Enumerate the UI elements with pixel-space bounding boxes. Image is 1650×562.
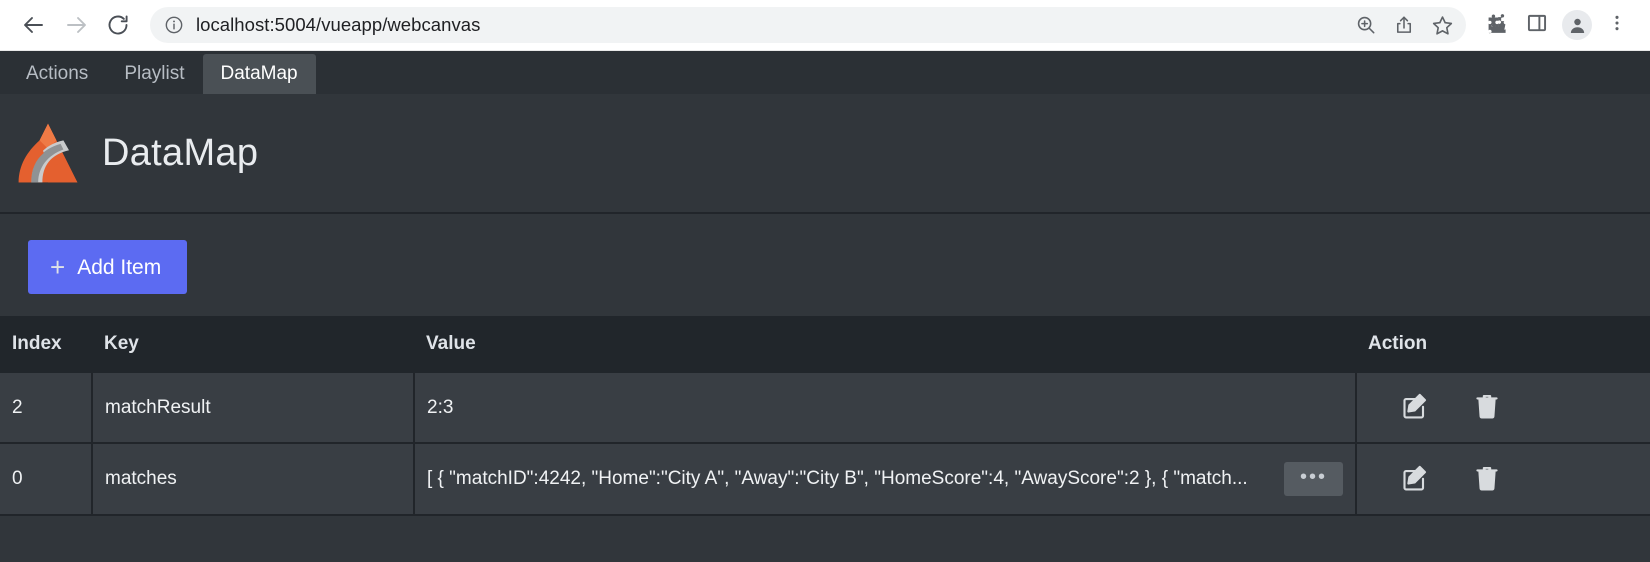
url-text[interactable]: localhost:5004/vueapp/webcanvas xyxy=(196,14,1348,36)
edit-item-button[interactable] xyxy=(1399,463,1429,496)
value-text: [ { "matchID":4242, "Home":"City A", "Aw… xyxy=(427,468,1248,489)
profile-button[interactable] xyxy=(1558,6,1596,44)
value-cell-inner: 2:3 xyxy=(427,396,1354,419)
app-header: DataMap xyxy=(0,94,1650,214)
add-item-button[interactable]: + Add Item xyxy=(28,240,188,294)
zoom-in-icon[interactable] xyxy=(1348,7,1384,43)
table-header-row: Index Key Value Action xyxy=(0,316,1650,373)
sidebar-button[interactable] xyxy=(1518,6,1556,44)
star-icon[interactable] xyxy=(1424,7,1460,43)
table-row: 0 matches [ { "matchID":4242, "Home":"Ci… xyxy=(0,443,1650,516)
tab-actions[interactable]: Actions xyxy=(8,54,106,94)
chrome-action-group xyxy=(1478,6,1636,44)
forward-arrow-icon xyxy=(64,13,88,37)
cell-value: [ { "matchID":4242, "Home":"City A", "Aw… xyxy=(414,443,1357,516)
three-dot-menu-icon xyxy=(1607,13,1627,38)
datamap-logo-icon xyxy=(12,118,84,188)
puzzle-piece-icon xyxy=(1485,11,1509,40)
column-header-index[interactable]: Index xyxy=(0,316,92,373)
page-title: DataMap xyxy=(102,131,259,174)
delete-item-button[interactable] xyxy=(1473,464,1501,495)
forward-button[interactable] xyxy=(56,5,96,45)
trash-icon xyxy=(1473,464,1501,495)
cell-key: matches xyxy=(92,443,415,516)
edit-document-icon xyxy=(1399,463,1429,496)
column-header-key[interactable]: Key xyxy=(92,316,414,373)
tab-datamap[interactable]: DataMap xyxy=(202,54,316,94)
edit-document-icon xyxy=(1399,391,1429,424)
table-header: Index Key Value Action xyxy=(0,316,1650,373)
action-cell-inner xyxy=(1369,391,1650,424)
table-body: 2 matchResult 2:3 0 matches [{"matchID… xyxy=(0,373,1650,516)
cell-index: 2 xyxy=(0,373,93,444)
cell-key: matchResult xyxy=(92,373,415,444)
tab-playlist[interactable]: Playlist xyxy=(106,54,202,94)
profile-avatar-icon xyxy=(1562,10,1592,40)
expand-value-button[interactable]: ••• xyxy=(1283,462,1343,496)
reload-button[interactable] xyxy=(98,5,138,45)
browser-toolbar: localhost:5004/vueapp/webcanvas xyxy=(0,0,1650,51)
table-row: 2 matchResult 2:3 xyxy=(0,373,1650,444)
column-header-value[interactable]: Value xyxy=(414,316,1356,373)
info-circle-icon[interactable] xyxy=(164,15,184,35)
plus-icon: + xyxy=(50,252,66,282)
value-text: 2:3 xyxy=(427,396,454,418)
delete-item-button[interactable] xyxy=(1473,392,1501,423)
back-arrow-icon xyxy=(22,13,46,37)
cell-value: 2:3 xyxy=(414,373,1357,444)
action-cell-inner xyxy=(1369,463,1650,496)
browser-menu-button[interactable] xyxy=(1598,6,1636,44)
add-item-label: Add Item xyxy=(77,255,162,279)
datamap-table: Index Key Value Action 2 matchResult 2:3 xyxy=(0,316,1650,516)
omnibox-action-group xyxy=(1348,7,1460,43)
cell-action xyxy=(1356,373,1650,444)
datamap-toolbar: + Add Item xyxy=(0,214,1650,316)
sidebar-panel-icon xyxy=(1526,12,1548,39)
reload-icon xyxy=(106,13,130,37)
extensions-button[interactable] xyxy=(1478,6,1516,44)
cell-index: 0 xyxy=(0,443,93,516)
share-icon[interactable] xyxy=(1386,7,1422,43)
value-cell-inner: [ { "matchID":4242, "Home":"City A", "Aw… xyxy=(427,462,1354,496)
edit-item-button[interactable] xyxy=(1399,391,1429,424)
back-button[interactable] xyxy=(14,5,54,45)
app-tab-strip: Actions Playlist DataMap xyxy=(0,51,1650,94)
trash-icon xyxy=(1473,392,1501,423)
address-bar[interactable]: localhost:5004/vueapp/webcanvas xyxy=(150,7,1466,43)
cell-action xyxy=(1356,443,1650,516)
column-header-action: Action xyxy=(1356,316,1650,373)
